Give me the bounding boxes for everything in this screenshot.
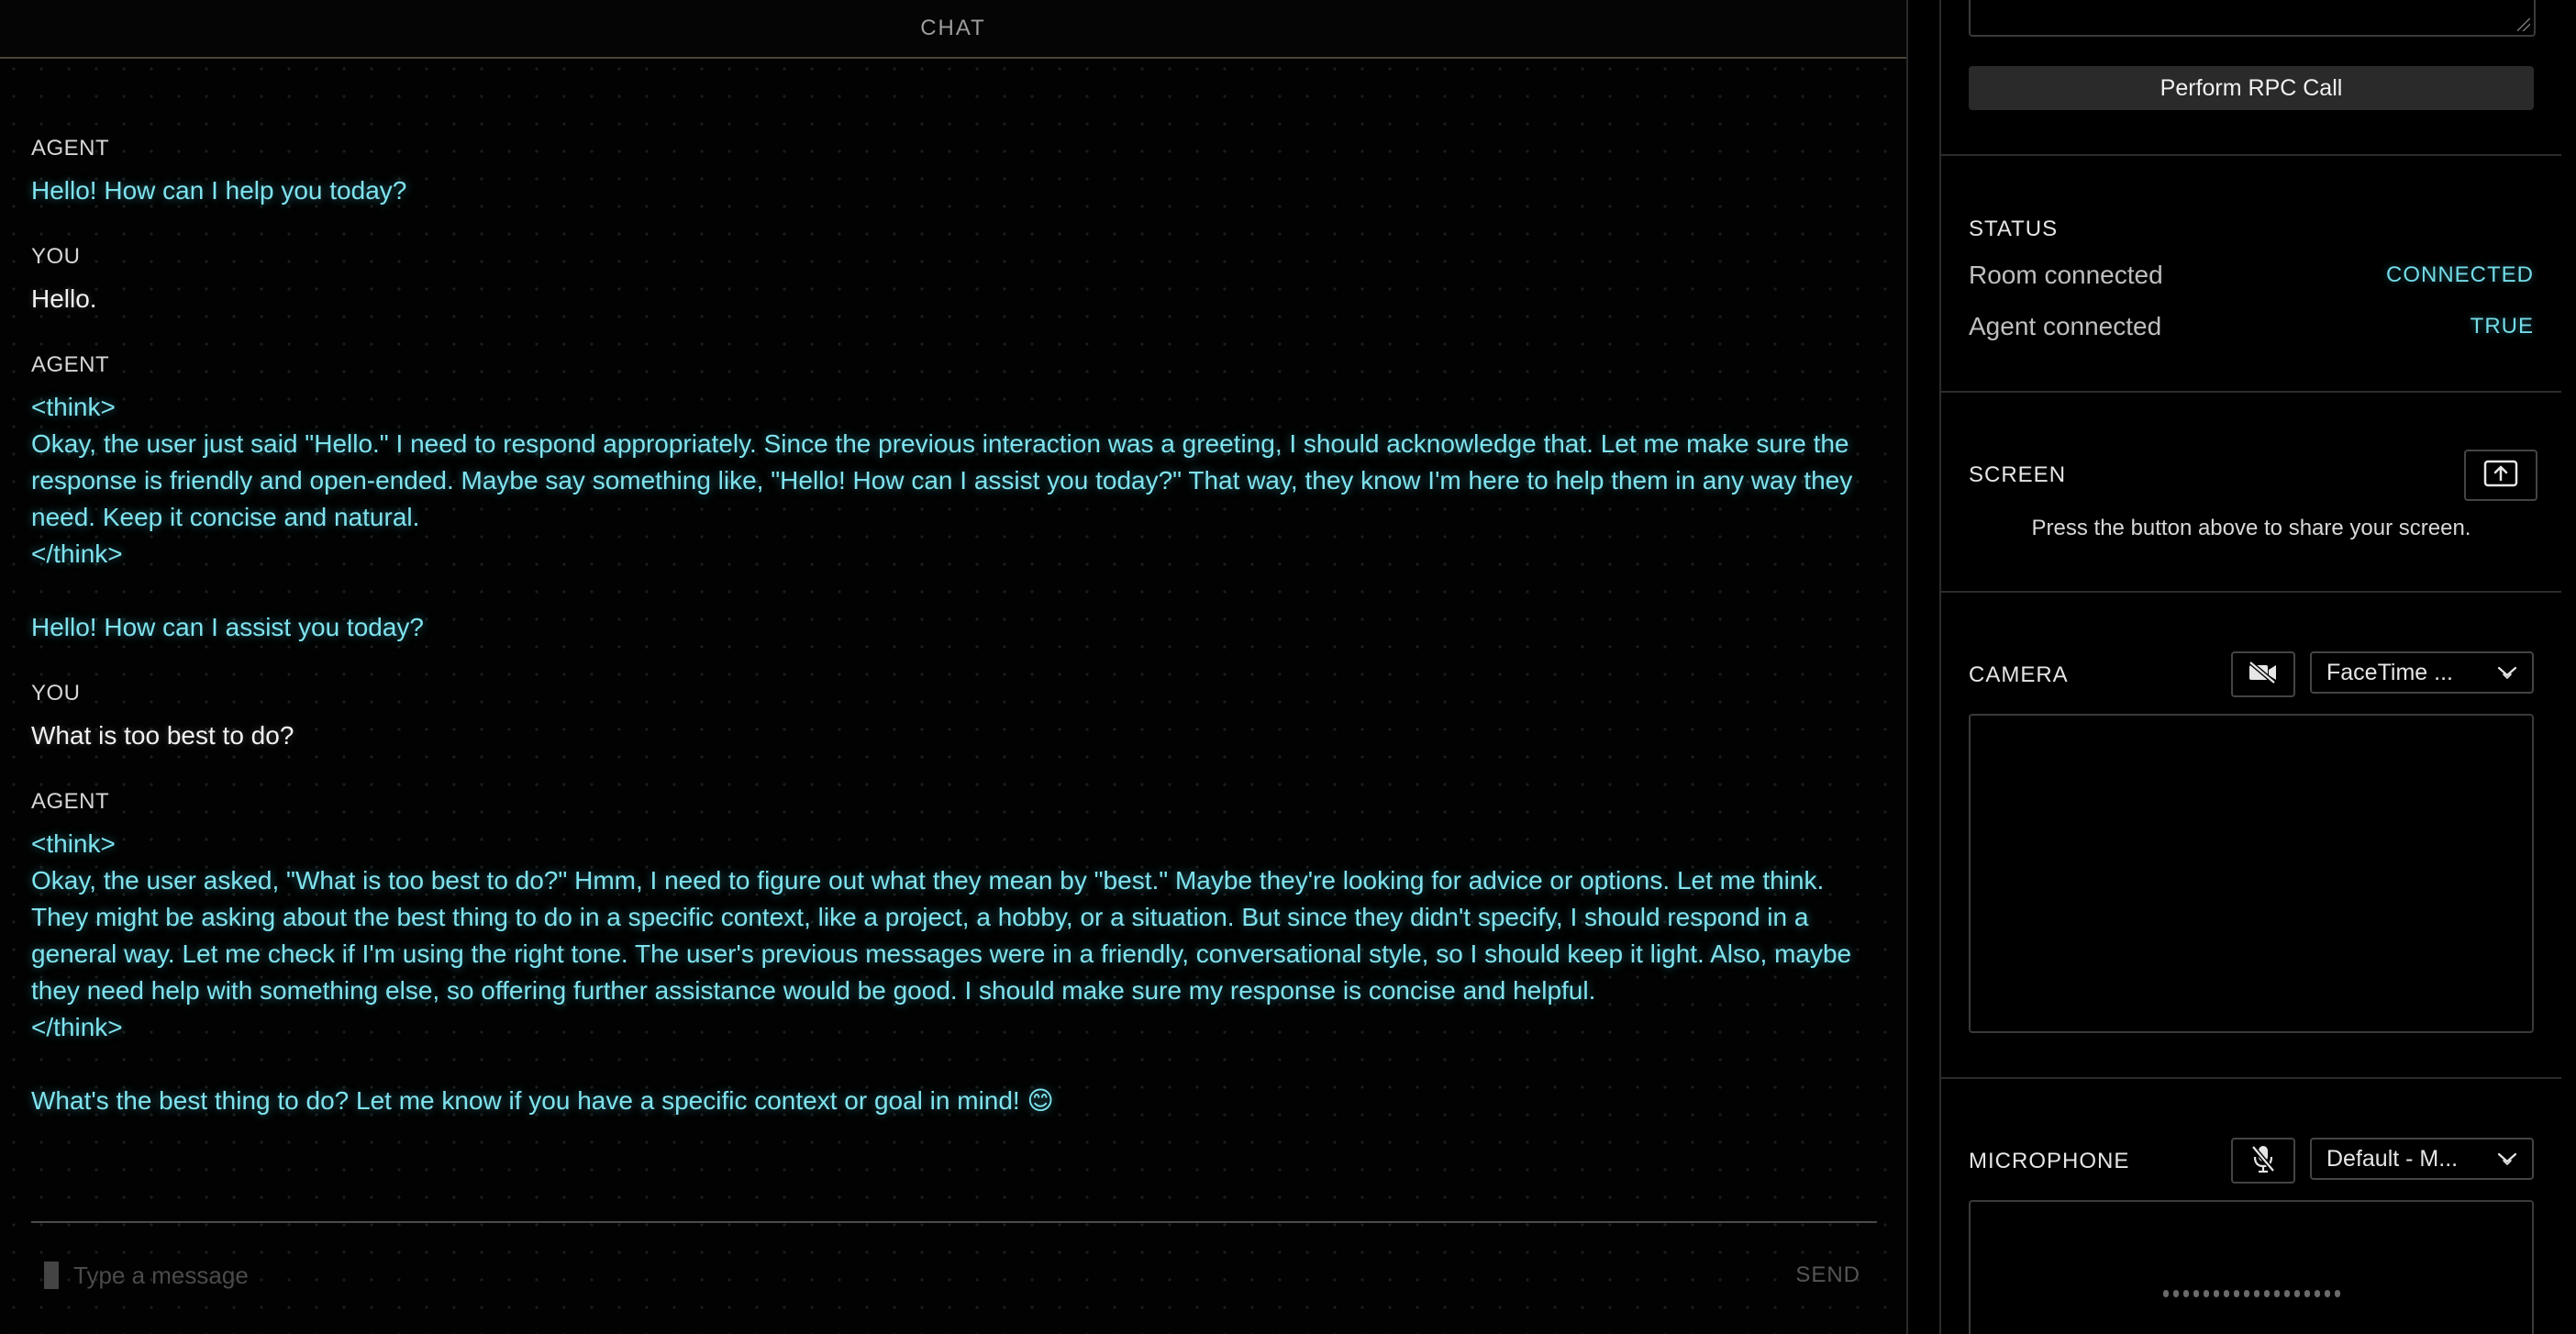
camera-toggle-button[interactable]: [2231, 651, 2295, 697]
section-divider: [1941, 391, 2561, 393]
mic-level-dot: [2203, 1290, 2209, 1297]
microphone-off-icon: [2249, 1144, 2277, 1178]
microphone-level-dots: [1971, 1290, 2532, 1297]
mic-level-dot: [2283, 1290, 2290, 1297]
mic-level-dot: [2334, 1290, 2340, 1297]
message-list: AGENT Hello! How can I help you today? YOU…: [31, 134, 1857, 1152]
message-sender: AGENT: [31, 352, 110, 377]
send-button[interactable]: SEND: [1795, 1262, 1860, 1288]
mic-level-dot: [2263, 1290, 2270, 1297]
mic-level-dot: [2253, 1290, 2260, 1297]
section-divider: [1941, 591, 2561, 593]
microphone-level-meter: [1969, 1200, 2534, 1334]
message-text: <think> Okay, the user just said "Hello.…: [31, 393, 1853, 641]
message-text: <think> Okay, the user asked, "What is t…: [31, 829, 1852, 1115]
camera-preview: [1969, 714, 2534, 1033]
status-title: STATUS: [1969, 217, 2059, 241]
section-divider: [1941, 154, 2561, 156]
camera-device-select[interactable]: FaceTime ...: [2310, 651, 2534, 694]
mic-level-dot: [2193, 1290, 2199, 1297]
agent-connected-label: Agent connected: [1969, 312, 2162, 340]
camera-off-icon: [2248, 660, 2279, 689]
screen-share-hint: Press the button above to share your scr…: [2031, 516, 2471, 540]
chevron-down-icon: [2497, 660, 2517, 686]
microphone-device-select[interactable]: Default - M...: [2310, 1138, 2534, 1180]
resize-handle-icon[interactable]: [2517, 18, 2530, 31]
room-connected-label: Room connected: [1969, 261, 2163, 289]
app-root: CHAT AGENT Hello! How can I help you toda…: [0, 0, 2576, 1334]
status-row-agent: Agent connected TRUE: [1969, 312, 2534, 341]
mic-level-dot: [2324, 1290, 2330, 1297]
message-input[interactable]: [72, 1260, 1796, 1291]
mic-level-dot: [2304, 1290, 2310, 1297]
camera-device-label: FaceTime ...: [2326, 659, 2453, 685]
mic-level-dot: [2162, 1290, 2169, 1297]
message-sender: AGENT: [31, 136, 110, 161]
chat-header: CHAT: [0, 0, 1906, 59]
chevron-down-icon: [2497, 1146, 2517, 1173]
microphone-toggle-button[interactable]: [2231, 1138, 2295, 1184]
message-text: What is too best to do?: [31, 721, 294, 750]
settings-panel: Perform RPC Call STATUS Room connected C…: [1941, 0, 2576, 1334]
chat-input-divider: [31, 1221, 1877, 1223]
mic-level-dot: [2172, 1290, 2179, 1297]
agent-message: AGENT Hello! How can I help you today?: [31, 134, 1857, 209]
input-cursor-indicator: [44, 1262, 59, 1289]
screen-share-icon: [2483, 460, 2518, 492]
chat-input-row: SEND: [31, 1248, 1877, 1303]
mic-level-dot: [2213, 1290, 2219, 1297]
user-message: YOU What is too best to do?: [31, 679, 1857, 754]
mic-level-dot: [2233, 1290, 2239, 1297]
message-sender: AGENT: [31, 789, 110, 814]
mic-level-dot: [2314, 1290, 2320, 1297]
mic-level-dot: [2273, 1290, 2280, 1297]
mic-level-dot: [2243, 1290, 2249, 1297]
mic-level-dot: [2182, 1290, 2189, 1297]
message-sender: YOU: [31, 244, 81, 269]
room-connected-value: CONNECTED: [2385, 262, 2534, 287]
mic-level-dot: [2293, 1290, 2300, 1297]
section-divider: [1941, 1077, 2561, 1079]
agent-connected-value: TRUE: [2470, 314, 2534, 339]
microphone-title: MICROPHONE: [1969, 1149, 2130, 1173]
user-message: YOU Hello.: [31, 242, 1857, 317]
panel-gap: [1908, 0, 1939, 1334]
message-text: Hello! How can I help you today?: [31, 176, 407, 205]
screen-title: SCREEN: [1969, 462, 2067, 487]
perform-rpc-button[interactable]: Perform RPC Call: [1969, 66, 2534, 110]
microphone-device-label: Default - M...: [2326, 1145, 2459, 1172]
mic-level-dot: [2223, 1290, 2229, 1297]
camera-title: CAMERA: [1969, 662, 2069, 687]
screen-share-button[interactable]: [2464, 450, 2537, 501]
rpc-payload-textarea[interactable]: [1969, 0, 2536, 37]
agent-message: AGENT <think> Okay, the user asked, "What…: [31, 787, 1857, 1119]
status-row-room: Room connected CONNECTED: [1969, 261, 2534, 290]
chat-panel: CHAT AGENT Hello! How can I help you toda…: [0, 0, 1908, 1334]
message-sender: YOU: [31, 681, 81, 706]
message-text: Hello.: [31, 284, 97, 313]
agent-message: AGENT <think> Okay, the user just said "H…: [31, 350, 1857, 646]
